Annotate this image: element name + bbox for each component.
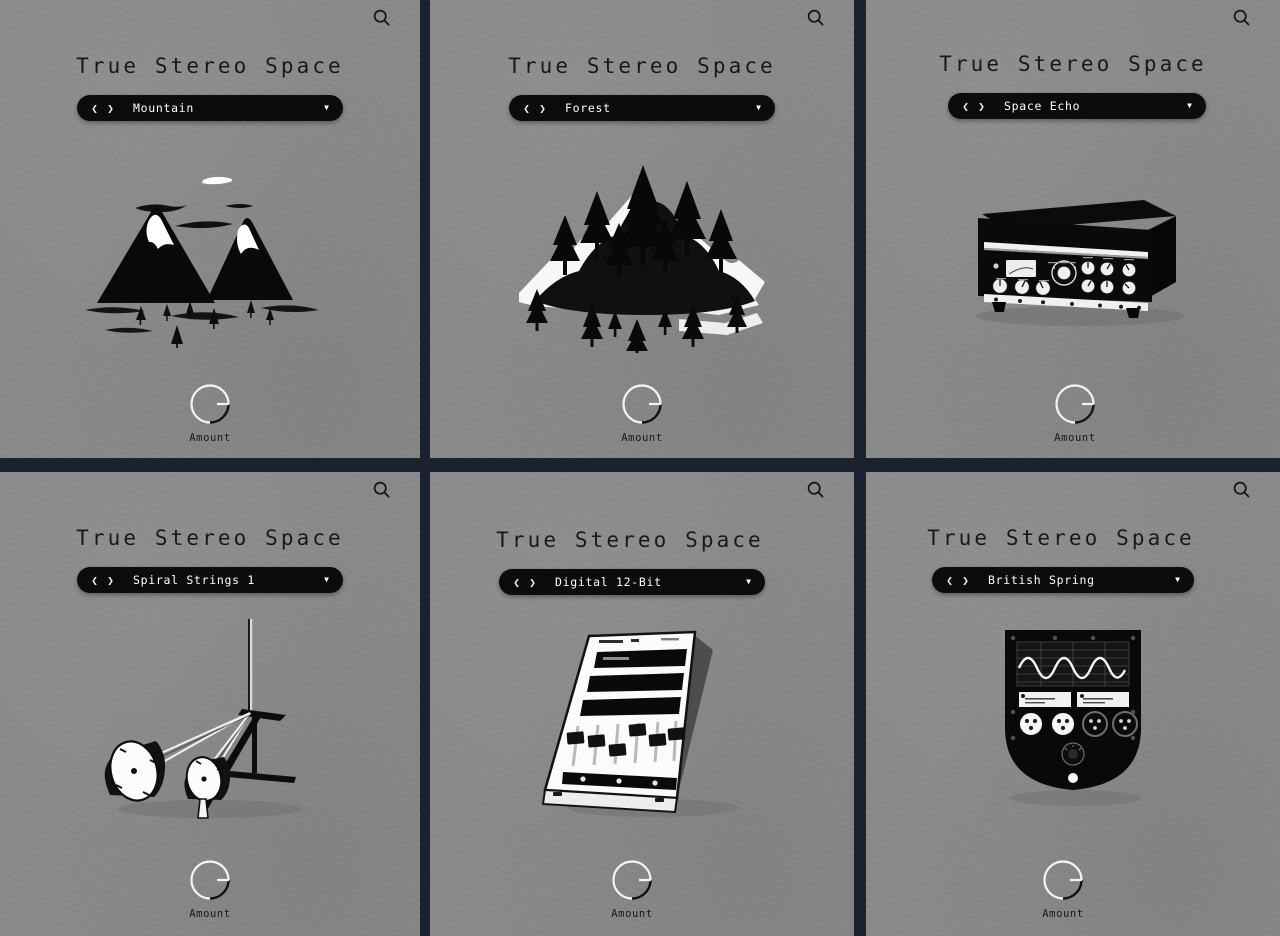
- chevron-left-icon[interactable]: ❮: [959, 101, 972, 112]
- chevron-right-icon[interactable]: ❯: [536, 103, 549, 114]
- plugin-panel-digital-12-bit: True Stereo Space ❮ ❯ Digital 12-Bit ▼ A…: [430, 472, 854, 936]
- plugin-panel-forest: True Stereo Space ❮ ❯ Forest ▼ Amount: [430, 0, 854, 458]
- preset-selector[interactable]: ❮ ❯ Forest ▼: [509, 95, 775, 121]
- caret-down-icon[interactable]: ▼: [746, 578, 765, 586]
- artwork-british-spring-amp-illustration: [866, 605, 1280, 835]
- plugin-panel-mountain: True Stereo Space ❮ ❯ Mountain ▼ Amount: [0, 0, 420, 458]
- amount-knob-label: Amount: [1042, 908, 1084, 920]
- artwork-mountain-illustration: [0, 133, 420, 363]
- preset-name-label: Space Echo: [1004, 99, 1081, 113]
- page-title: True Stereo Space: [508, 54, 776, 78]
- preset-nav-arrows: ❮ ❯: [509, 103, 549, 114]
- amount-control: Amount: [0, 380, 420, 444]
- artwork-digital-rack-unit-illustration: [430, 607, 854, 837]
- artwork-tape-echo-unit-illustration: [866, 131, 1280, 361]
- preset-selector[interactable]: ❮ ❯ Digital 12-Bit ▼: [499, 569, 765, 595]
- panel-divider-cross: [420, 458, 430, 472]
- chevron-left-icon[interactable]: ❮: [520, 103, 533, 114]
- preset-selector[interactable]: ❮ ❯ Mountain ▼: [77, 95, 343, 121]
- panel-divider-horizontal: [0, 458, 420, 472]
- preset-name-label: Mountain: [133, 101, 194, 115]
- preset-nav-arrows: ❮ ❯: [499, 577, 539, 588]
- page-title: True Stereo Space: [76, 54, 344, 78]
- preset-nav-arrows: ❮ ❯: [77, 103, 117, 114]
- panel-divider-vertical: [420, 472, 430, 936]
- amount-knob[interactable]: [618, 380, 666, 428]
- page-title: True Stereo Space: [496, 528, 764, 552]
- chevron-left-icon[interactable]: ❮: [88, 103, 101, 114]
- chevron-left-icon[interactable]: ❮: [88, 575, 101, 586]
- preset-name-label: British Spring: [988, 573, 1095, 587]
- preset-nav-arrows: ❮ ❯: [932, 575, 972, 586]
- amount-knob-label: Amount: [611, 908, 653, 920]
- plugin-panel-spiral-strings: True Stereo Space ❮ ❯ Spiral Strings 1 ▼: [0, 472, 420, 936]
- amount-control: Amount: [868, 380, 1280, 444]
- artwork-spring-reverb-tank-illustration: [0, 605, 420, 835]
- amount-knob-label: Amount: [189, 432, 231, 444]
- amount-knob-label: Amount: [189, 908, 231, 920]
- artwork-forest-illustration: [430, 133, 854, 363]
- caret-down-icon[interactable]: ▼: [756, 104, 775, 112]
- chevron-right-icon[interactable]: ❯: [104, 575, 117, 586]
- amount-control: Amount: [430, 856, 844, 920]
- caret-down-icon[interactable]: ▼: [1187, 102, 1206, 110]
- preset-name-label: Digital 12-Bit: [555, 575, 662, 589]
- panel-divider-horizontal: [430, 458, 854, 472]
- plugin-panel-british-spring: True Stereo Space ❮ ❯ British Spring ▼ A…: [866, 472, 1280, 936]
- preset-nav-arrows: ❮ ❯: [948, 101, 988, 112]
- amount-control: Amount: [430, 380, 854, 444]
- amount-knob[interactable]: [608, 856, 656, 904]
- amount-control: Amount: [866, 856, 1270, 920]
- amount-control: Amount: [0, 856, 420, 920]
- amount-knob[interactable]: [186, 380, 234, 428]
- panel-divider-vertical: [420, 0, 430, 458]
- amount-knob[interactable]: [1051, 380, 1099, 428]
- panel-divider-horizontal: [866, 458, 1280, 472]
- panel-divider-cross: [854, 458, 866, 472]
- plugin-panel-space-echo: True Stereo Space ❮ ❯ Space Echo ▼ Amoun…: [866, 0, 1280, 458]
- amount-knob-label: Amount: [1054, 432, 1096, 444]
- amount-knob-label: Amount: [621, 432, 663, 444]
- caret-down-icon[interactable]: ▼: [324, 104, 343, 112]
- preset-selector[interactable]: ❮ ❯ Spiral Strings 1 ▼: [77, 567, 343, 593]
- chevron-right-icon[interactable]: ❯: [975, 101, 988, 112]
- panel-divider-vertical: [854, 472, 866, 936]
- preset-name-label: Forest: [565, 101, 611, 115]
- amount-knob[interactable]: [186, 856, 234, 904]
- preset-selector[interactable]: ❮ ❯ Space Echo ▼: [948, 93, 1206, 119]
- chevron-right-icon[interactable]: ❯: [104, 103, 117, 114]
- chevron-left-icon[interactable]: ❮: [510, 577, 523, 588]
- caret-down-icon[interactable]: ▼: [324, 576, 343, 584]
- preset-nav-arrows: ❮ ❯: [77, 575, 117, 586]
- page-title: True Stereo Space: [939, 52, 1207, 76]
- page-title: True Stereo Space: [76, 526, 344, 550]
- page-title: True Stereo Space: [927, 526, 1195, 550]
- chevron-left-icon[interactable]: ❮: [943, 575, 956, 586]
- chevron-right-icon[interactable]: ❯: [959, 575, 972, 586]
- preset-panel-grid: True Stereo Space ❮ ❯ Mountain ▼ Amount …: [0, 0, 1280, 936]
- caret-down-icon[interactable]: ▼: [1175, 576, 1194, 584]
- preset-selector[interactable]: ❮ ❯ British Spring ▼: [932, 567, 1194, 593]
- preset-name-label: Spiral Strings 1: [133, 573, 255, 587]
- chevron-right-icon[interactable]: ❯: [526, 577, 539, 588]
- amount-knob[interactable]: [1039, 856, 1087, 904]
- panel-divider-vertical: [854, 0, 866, 458]
